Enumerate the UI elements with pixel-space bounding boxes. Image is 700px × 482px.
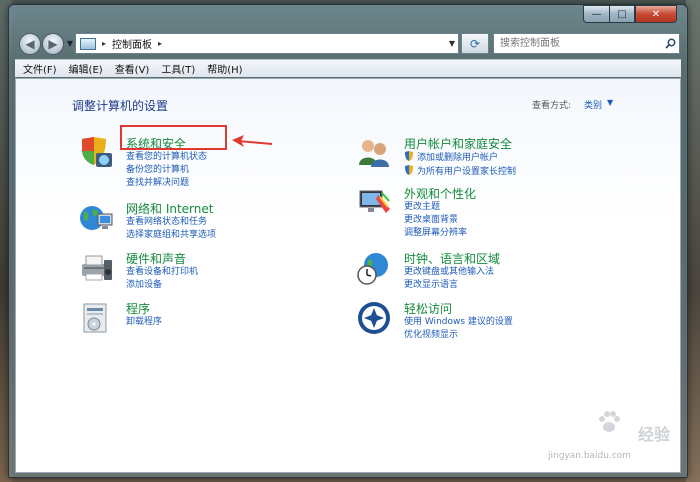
category-heading[interactable]: 时钟、语言和区域 — [404, 250, 500, 267]
link-parental-controls[interactable]: 为所有用户设置家长控制 — [404, 165, 516, 179]
menu-file[interactable]: 文件(F) — [23, 61, 57, 76]
control-panel-small-icon — [80, 37, 96, 50]
maximize-button[interactable]: □ — [609, 5, 635, 23]
menu-help[interactable]: 帮助(H) — [207, 61, 242, 76]
link-homegroup-sharing[interactable]: 选择家庭组和共享选项 — [126, 229, 216, 242]
breadcrumb-separator: ▸ — [102, 39, 107, 48]
uac-shield-icon — [404, 165, 414, 175]
view-by-value[interactable]: 类别 — [584, 98, 602, 111]
link-keyboard-input[interactable]: 更改键盘或其他输入法 — [404, 266, 494, 279]
ease-of-access-icon[interactable] — [356, 300, 392, 336]
search-icon[interactable] — [663, 36, 677, 50]
link-text[interactable]: 为所有用户设置家长控制 — [417, 167, 516, 177]
view-by-dropdown-icon[interactable]: ▼ — [607, 98, 613, 107]
users-icon[interactable] — [356, 135, 392, 171]
caption-buttons: — □ ✕ — [583, 5, 677, 23]
search-input[interactable] — [493, 33, 680, 54]
printer-speaker-icon[interactable] — [78, 250, 114, 286]
link-troubleshoot[interactable]: 查找并解决问题 — [126, 177, 207, 190]
link-devices-printers[interactable]: 查看设备和打印机 — [126, 266, 198, 279]
watermark-jingyan: 经验 — [638, 425, 671, 444]
back-button[interactable]: ◀ — [19, 33, 41, 55]
category-heading[interactable]: 硬件和声音 — [126, 250, 186, 267]
view-by-label: 查看方式: — [532, 101, 572, 111]
link-add-remove-accounts[interactable]: 添加或删除用户帐户 — [404, 151, 516, 165]
network-globe-icon[interactable] — [78, 200, 114, 236]
highlight-box — [120, 125, 227, 150]
address-dropdown-icon[interactable]: ▼ — [449, 39, 455, 48]
minimize-button[interactable]: — — [583, 5, 609, 23]
link-desktop-background[interactable]: 更改桌面背景 — [404, 214, 467, 227]
breadcrumb-control-panel[interactable]: 控制面板 — [112, 36, 152, 51]
shield-flag-icon[interactable] — [78, 135, 114, 171]
menu-edit[interactable]: 编辑(E) — [69, 61, 103, 76]
link-text[interactable]: 添加或删除用户帐户 — [417, 153, 498, 163]
navigation-bar: ◀ ▶ ▼ ▸ 控制面板 ▸ ▼ ⟳ — [15, 31, 681, 57]
link-add-device[interactable]: 添加设备 — [126, 279, 198, 292]
annotation-arrow-icon — [232, 135, 272, 147]
appearance-icon[interactable] — [356, 185, 392, 221]
watermark-url: jingyan.baidu.com — [548, 451, 632, 461]
link-display-language[interactable]: 更改显示语言 — [404, 279, 494, 292]
menu-bar: 文件(F) 编辑(E) 查看(V) 工具(T) 帮助(H) — [15, 59, 681, 77]
back-arrow-icon: ◀ — [25, 37, 35, 51]
recent-pages-dropdown[interactable]: ▼ — [65, 37, 75, 49]
clock-globe-icon[interactable] — [356, 250, 392, 286]
link-optimize-display[interactable]: 优化视频显示 — [404, 329, 513, 342]
page-title: 调整计算机的设置 — [72, 99, 169, 113]
programs-box-icon[interactable] — [78, 300, 114, 336]
baidu-watermark: Bai du 经验 jingyan.baidu.com — [544, 409, 674, 469]
category-heading[interactable]: 用户帐户和家庭安全 — [404, 135, 512, 152]
category-heading[interactable]: 程序 — [126, 300, 150, 317]
refresh-icon: ⟳ — [469, 36, 481, 51]
forward-button[interactable]: ▶ — [42, 33, 64, 55]
link-backup-computer[interactable]: 备份您的计算机 — [126, 164, 207, 177]
link-change-theme[interactable]: 更改主题 — [404, 201, 467, 214]
category-heading[interactable]: 外观和个性化 — [404, 185, 476, 202]
control-panel-window: — □ ✕ ◀ ▶ ▼ ▸ 控制面板 ▸ ▼ ⟳ 文件(F) 编辑(E) 查看(… — [8, 4, 688, 478]
link-uninstall-program[interactable]: 卸载程序 — [126, 316, 162, 329]
forward-arrow-icon: ▶ — [48, 37, 58, 51]
paw-icon — [599, 411, 620, 432]
address-bar[interactable]: ▸ 控制面板 ▸ ▼ — [75, 33, 459, 54]
desktop-right-edge — [686, 0, 700, 482]
uac-shield-icon — [404, 151, 414, 161]
content-pane: 调整计算机的设置 查看方式: 类别 ▼ 系统和安全 查看您的计算机状态 备份您的… — [15, 78, 681, 473]
category-heading[interactable]: 轻松访问 — [404, 300, 452, 317]
breadcrumb-separator-end[interactable]: ▸ — [158, 39, 162, 48]
link-screen-resolution[interactable]: 调整屏幕分辨率 — [404, 227, 467, 240]
link-windows-recommended[interactable]: 使用 Windows 建议的设置 — [404, 316, 513, 329]
menu-view[interactable]: 查看(V) — [115, 61, 150, 76]
link-view-computer-status[interactable]: 查看您的计算机状态 — [126, 151, 207, 164]
menu-tools[interactable]: 工具(T) — [161, 61, 195, 76]
link-network-status[interactable]: 查看网络状态和任务 — [126, 216, 216, 229]
refresh-button[interactable]: ⟳ — [461, 33, 489, 54]
close-button[interactable]: ✕ — [635, 5, 677, 23]
category-heading[interactable]: 网络和 Internet — [126, 200, 213, 217]
